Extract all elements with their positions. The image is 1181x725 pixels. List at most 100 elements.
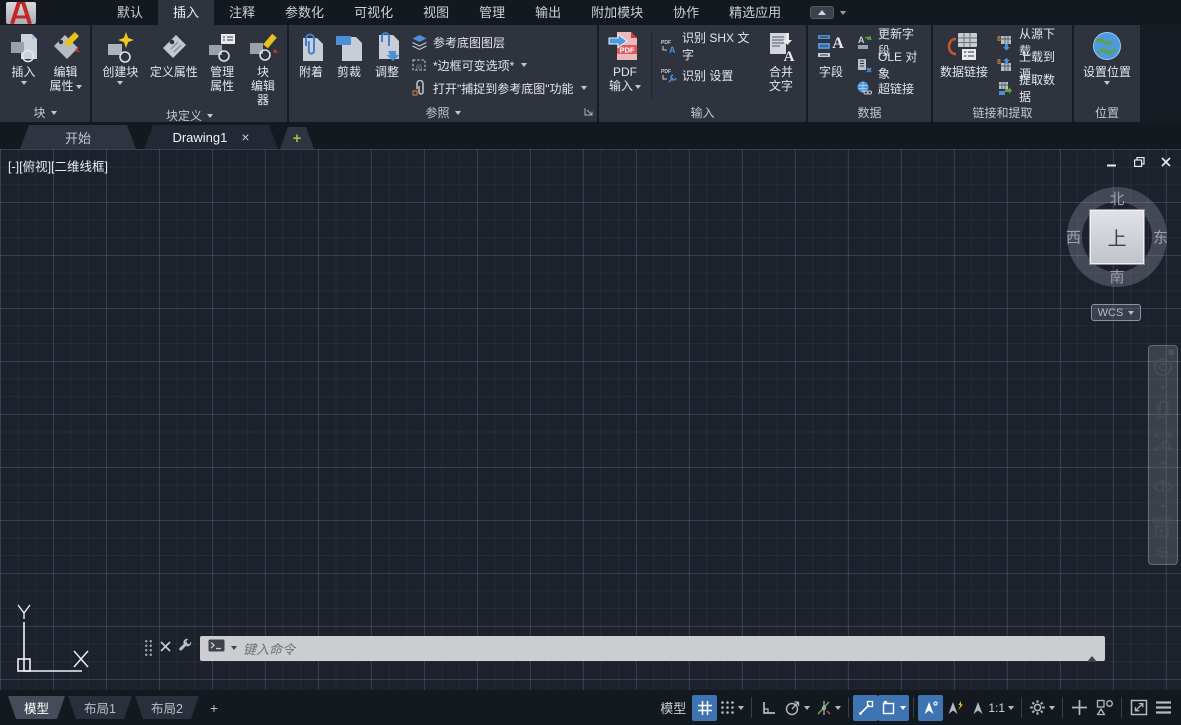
panel-title-data[interactable]: 数据 <box>808 103 931 122</box>
command-grip-handle[interactable] <box>144 639 153 657</box>
ribbon-tab-insert[interactable]: 插入 <box>158 0 214 25</box>
ucs-icon[interactable] <box>6 597 98 686</box>
tab-layout2[interactable]: 布局2 <box>135 696 199 719</box>
dropdown-arrow-icon[interactable] <box>835 706 841 710</box>
new-layout-button[interactable]: + <box>202 700 226 716</box>
annotation-visibility-toggle[interactable] <box>918 695 943 721</box>
tab-model[interactable]: 模型 <box>8 696 65 719</box>
ribbon-tab-output[interactable]: 输出 <box>520 0 576 25</box>
command-prompt-icon[interactable] <box>208 639 225 657</box>
ribbon-tab-manage[interactable]: 管理 <box>464 0 520 25</box>
combine-text-button[interactable]: A 合并 文字 <box>759 28 803 103</box>
polar-tracking-toggle[interactable] <box>781 695 813 721</box>
hyperlink-button[interactable]: 超链接 <box>853 78 926 98</box>
fullscreen-toggle[interactable] <box>1126 695 1151 721</box>
file-tab-start[interactable]: 开始 <box>20 125 136 149</box>
ribbon-tab-collaborate[interactable]: 协作 <box>658 0 714 25</box>
snap-to-underlay-button[interactable]: 打开"捕捉到参考底图"功能 <box>408 78 592 98</box>
orbit-icon[interactable] <box>1152 469 1174 502</box>
viewcube-north[interactable]: 北 <box>1109 188 1124 209</box>
dropdown-arrow-icon[interactable] <box>1008 706 1014 710</box>
edit-attributes-button[interactable]: 编辑 属性 <box>44 28 87 103</box>
manage-attributes-button[interactable]: 管理 属性 <box>202 28 242 107</box>
recent-commands-arrow-icon[interactable] <box>231 646 237 650</box>
attach-button[interactable]: 附着 <box>292 28 330 103</box>
dialog-launcher-icon[interactable] <box>584 105 593 119</box>
close-tab-icon[interactable]: × <box>241 129 249 145</box>
panel-title-block[interactable]: 块 <box>0 103 90 122</box>
wcs-dropdown[interactable]: WCS <box>1091 304 1141 321</box>
navbar-collapse-icon[interactable] <box>1157 544 1169 560</box>
close-icon[interactable] <box>1161 157 1171 167</box>
file-tab-drawing1[interactable]: Drawing1 × <box>144 125 278 149</box>
ribbon-tab-annotate[interactable]: 注释 <box>214 0 270 25</box>
command-history-expand-icon[interactable] <box>1087 639 1097 657</box>
dropdown-arrow-icon[interactable] <box>1160 505 1166 509</box>
ribbon-tab-default[interactable]: 默认 <box>102 0 158 25</box>
ribbon-tab-visualize[interactable]: 可视化 <box>339 0 408 25</box>
viewcube-west[interactable]: 西 <box>1066 227 1081 248</box>
panel-title-reference[interactable]: 参照 <box>289 103 597 122</box>
dropdown-arrow-icon[interactable] <box>1160 386 1166 390</box>
grid-toggle[interactable] <box>692 695 717 721</box>
new-drawing-button[interactable]: + <box>280 127 314 149</box>
panel-title-import[interactable]: 输入 <box>599 103 806 122</box>
ribbon-collapse-menu-icon[interactable] <box>840 11 846 15</box>
command-close-icon[interactable] <box>160 639 171 657</box>
annotation-autoscale-toggle[interactable] <box>943 695 968 721</box>
viewcube[interactable]: 北 南 西 东 上 <box>1065 185 1169 289</box>
annotation-scale-button[interactable]: 1:1 <box>968 695 1017 721</box>
minimize-icon[interactable] <box>1107 158 1118 167</box>
create-block-button[interactable]: 创建块 <box>95 28 146 107</box>
data-link-button[interactable]: 数据链接 <box>936 28 992 103</box>
dropdown-arrow-icon[interactable] <box>900 706 906 710</box>
frames-option-button[interactable]: (I) *边框可变选项* <box>408 55 592 75</box>
insert-block-button[interactable]: 插入 <box>3 28 44 103</box>
app-logo-icon[interactable] <box>6 2 36 24</box>
ribbon-tab-addins[interactable]: 附加模块 <box>576 0 658 25</box>
viewcube-south[interactable]: 南 <box>1109 266 1124 287</box>
isolate-objects-toggle[interactable] <box>1092 695 1117 721</box>
ribbon-tab-parametric[interactable]: 参数化 <box>270 0 339 25</box>
customize-menu-icon[interactable] <box>1151 695 1176 721</box>
viewport-controls-label[interactable]: [-][俯视][二维线框] <box>8 156 108 175</box>
viewcube-top-face[interactable]: 上 <box>1089 209 1145 265</box>
restore-icon[interactable] <box>1134 157 1145 167</box>
clip-button[interactable]: 剪裁 <box>330 28 368 103</box>
block-editor-button[interactable]: 块 编辑器 <box>242 28 284 107</box>
ortho-toggle[interactable] <box>756 695 781 721</box>
ribbon-tab-featured-apps[interactable]: 精选应用 <box>714 0 796 25</box>
pan-hand-icon[interactable] <box>1153 393 1173 426</box>
command-input[interactable]: 键入命令 <box>243 639 1081 658</box>
crosshair-plus-icon[interactable] <box>1067 695 1092 721</box>
drawing-viewport[interactable]: [-][俯视][二维线框] 北 南 西 东 上 WCS ⊗ <box>0 149 1181 690</box>
dropdown-arrow-icon[interactable] <box>738 706 744 710</box>
zoom-extents-icon[interactable] <box>1153 426 1173 459</box>
panel-title-location[interactable]: 位置 <box>1074 103 1140 122</box>
underlay-layers-button[interactable]: 参考底图图层 <box>408 32 592 52</box>
object-snap-tracking-toggle[interactable] <box>813 695 844 721</box>
dropdown-arrow-icon[interactable] <box>1160 462 1166 466</box>
command-customize-wrench-icon[interactable] <box>178 638 193 658</box>
field-button[interactable]: A 字段 <box>811 28 851 103</box>
recognition-settings-button[interactable]: PDF 识别 设置 <box>657 65 757 85</box>
ole-object-button[interactable]: OLE 对象 <box>853 55 926 75</box>
dropdown-arrow-icon[interactable] <box>1049 706 1055 710</box>
extract-data-button[interactable]: 提取数据 <box>994 78 1067 98</box>
snap-mode-toggle[interactable] <box>717 695 747 721</box>
object-snap-toggle[interactable] <box>853 695 878 721</box>
viewcube-east[interactable]: 东 <box>1153 227 1168 248</box>
showmotion-icon[interactable] <box>1152 511 1174 544</box>
ribbon-tab-view[interactable]: 视图 <box>408 0 464 25</box>
workspace-switching-button[interactable] <box>1026 695 1058 721</box>
define-attributes-button[interactable]: 定义属性 <box>146 28 202 107</box>
model-space-label[interactable]: 模型 <box>660 698 686 717</box>
selection-cycling-toggle[interactable] <box>878 695 909 721</box>
pdf-import-button[interactable]: PDF PDF 输入 <box>602 28 648 103</box>
navbar-close-icon[interactable]: ⊗ <box>1167 347 1175 358</box>
tab-layout1[interactable]: 布局1 <box>68 696 132 719</box>
set-location-button[interactable]: 设置位置 <box>1078 28 1136 103</box>
adjust-button[interactable]: 调整 <box>368 28 406 103</box>
panel-title-linking[interactable]: 链接和提取 <box>933 103 1072 122</box>
ribbon-collapse-button[interactable] <box>810 6 834 19</box>
